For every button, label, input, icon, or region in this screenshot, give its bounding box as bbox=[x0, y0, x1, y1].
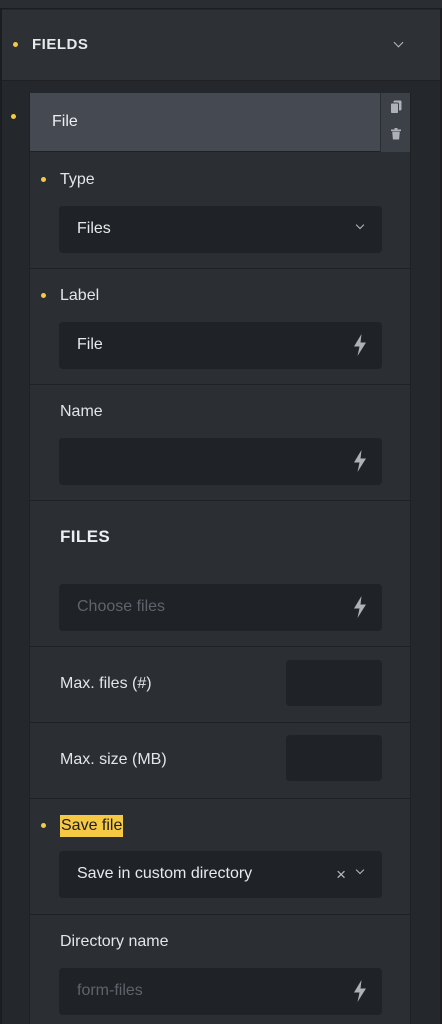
label-setting: Label File bbox=[30, 269, 410, 385]
label-label: Label bbox=[60, 287, 100, 304]
dynamic-data-bolt-icon[interactable] bbox=[352, 334, 368, 356]
directory-name-setting: Directory name form-files bbox=[30, 915, 410, 1024]
type-label: Type bbox=[60, 171, 95, 188]
files-group: FILES Choose files bbox=[30, 501, 410, 647]
form-builder-panel: FIELDS File Type Files Label File Name F… bbox=[0, 0, 442, 1024]
field-card-title: File bbox=[52, 113, 78, 130]
left-rail bbox=[0, 9, 2, 1024]
directory-name-input[interactable]: form-files bbox=[59, 968, 382, 1015]
dynamic-data-bolt-icon[interactable] bbox=[352, 596, 368, 618]
save-file-setting: Save file Save in custom directory × bbox=[30, 799, 410, 915]
trash-icon[interactable] bbox=[389, 126, 403, 142]
modified-indicator-dot bbox=[13, 42, 18, 47]
type-setting: Type Files bbox=[30, 153, 410, 269]
max-size-input[interactable] bbox=[286, 735, 382, 781]
field-card-file: File Type Files Label File Name FILES Ch… bbox=[29, 93, 411, 1024]
modified-indicator-dot bbox=[41, 823, 46, 828]
max-files-label: Max. files (#) bbox=[60, 675, 152, 692]
directory-name-label: Directory name bbox=[60, 933, 169, 950]
copy-icon[interactable] bbox=[389, 99, 403, 115]
modified-indicator-dot bbox=[41, 293, 46, 298]
choose-files-placeholder: Choose files bbox=[77, 598, 166, 615]
max-size-setting: Max. size (MB) bbox=[30, 723, 410, 799]
files-group-title: FILES bbox=[60, 527, 111, 546]
name-label: Name bbox=[60, 403, 103, 420]
chevron-down-icon[interactable] bbox=[393, 37, 404, 48]
choose-files-input[interactable]: Choose files bbox=[59, 584, 382, 631]
max-files-setting: Max. files (#) bbox=[30, 647, 410, 723]
label-input[interactable]: File bbox=[59, 322, 382, 369]
max-files-input[interactable] bbox=[286, 660, 382, 706]
fields-section-title: FIELDS bbox=[32, 36, 89, 53]
field-card-header[interactable]: File bbox=[30, 93, 410, 152]
field-item-indicator-dot bbox=[11, 114, 16, 119]
chevron-down-icon[interactable] bbox=[355, 865, 365, 875]
chevron-down-icon[interactable] bbox=[355, 220, 365, 230]
field-card-actions bbox=[380, 93, 410, 152]
dynamic-data-bolt-icon[interactable] bbox=[352, 980, 368, 1002]
directory-name-placeholder: form-files bbox=[77, 982, 143, 999]
name-setting: Name bbox=[30, 385, 410, 501]
name-input[interactable] bbox=[59, 438, 382, 485]
max-size-label: Max. size (MB) bbox=[60, 751, 167, 768]
modified-indicator-dot bbox=[41, 177, 46, 182]
label-input-value: File bbox=[77, 336, 103, 353]
type-select[interactable]: Files bbox=[59, 206, 382, 253]
dynamic-data-bolt-icon[interactable] bbox=[352, 450, 368, 472]
fields-section-header[interactable]: FIELDS bbox=[2, 10, 440, 81]
save-file-select-value: Save in custom directory bbox=[77, 865, 253, 882]
save-file-select[interactable]: Save in custom directory × bbox=[59, 851, 382, 898]
top-strip bbox=[0, 0, 442, 9]
type-select-value: Files bbox=[77, 220, 111, 237]
clear-icon[interactable]: × bbox=[336, 865, 346, 885]
save-file-label: Save file bbox=[60, 815, 124, 837]
